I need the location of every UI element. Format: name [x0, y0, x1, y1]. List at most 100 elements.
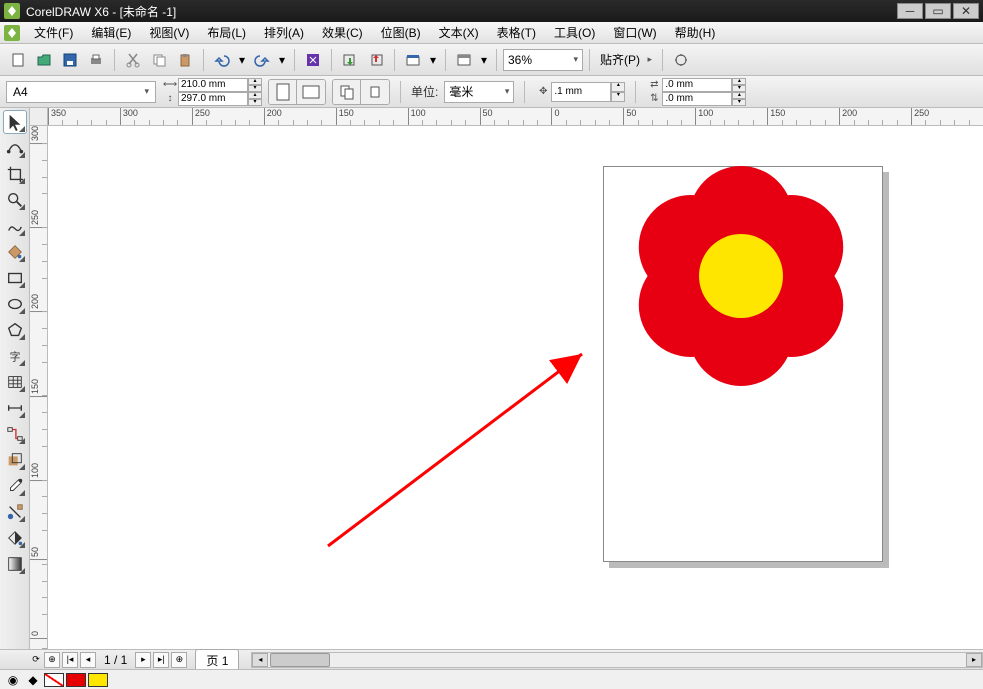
portrait-button[interactable] — [269, 80, 297, 104]
add-page-before-button[interactable]: ⊕ — [44, 652, 60, 668]
menu-tools[interactable]: 工具(O) — [546, 22, 603, 43]
save-button[interactable] — [58, 48, 82, 72]
redo-button[interactable] — [250, 48, 274, 72]
ruler-origin[interactable] — [30, 108, 48, 126]
app-launcher-button[interactable] — [401, 48, 425, 72]
menu-text[interactable]: 文本(X) — [431, 22, 487, 43]
horizontal-scrollbar[interactable]: ◂ ▸ — [251, 652, 983, 668]
dup-y-spinner[interactable]: ▴▾ — [732, 92, 746, 106]
menu-bitmaps[interactable]: 位图(B) — [373, 22, 429, 43]
horizontal-ruler[interactable]: 35030025020015010050050100150200250300 — [48, 108, 983, 126]
redo-dropdown[interactable]: ▾ — [276, 48, 288, 72]
options-button[interactable] — [669, 48, 693, 72]
prev-page-button[interactable]: ◂ — [80, 652, 96, 668]
last-page-button[interactable]: ▸| — [153, 652, 169, 668]
units-label: 单位: — [411, 83, 438, 100]
undo-dropdown[interactable]: ▾ — [236, 48, 248, 72]
zoom-combo[interactable]: 36% ▾ — [503, 49, 583, 71]
toolbox: 字 — [0, 108, 30, 649]
rewind-icon[interactable]: ⟳ — [30, 652, 42, 668]
paste-button[interactable] — [173, 48, 197, 72]
scroll-left-button[interactable]: ◂ — [252, 653, 268, 667]
canvas[interactable] — [48, 126, 983, 649]
menu-edit[interactable]: 编辑(E) — [83, 22, 139, 43]
smart-fill-tool[interactable] — [3, 240, 27, 264]
menu-layout[interactable]: 布局(L) — [199, 22, 254, 43]
yellow-swatch[interactable] — [88, 673, 108, 687]
menu-view[interactable]: 视图(V) — [141, 22, 197, 43]
height-spinner[interactable]: ▴▾ — [248, 92, 262, 106]
maximize-button[interactable]: ▭ — [925, 3, 951, 19]
landscape-button[interactable] — [297, 80, 325, 104]
crop-tool[interactable] — [3, 162, 27, 186]
export-button[interactable] — [364, 48, 388, 72]
all-pages-button[interactable] — [333, 80, 361, 104]
current-page-button[interactable] — [361, 80, 389, 104]
units-combo[interactable]: 毫米 ▾ — [444, 81, 514, 103]
text-tool[interactable]: 字 — [3, 344, 27, 368]
dup-x-spinner[interactable]: ▴▾ — [732, 78, 746, 92]
search-button[interactable] — [301, 48, 325, 72]
page-tab-1[interactable]: 页 1 — [195, 649, 239, 671]
shape-tool[interactable] — [3, 136, 27, 160]
no-fill-swatch[interactable] — [44, 673, 64, 687]
scroll-right-button[interactable]: ▸ — [966, 653, 982, 667]
fill-indicator-icon[interactable]: ◆ — [24, 673, 42, 687]
rectangle-tool[interactable] — [3, 266, 27, 290]
page[interactable] — [603, 166, 883, 562]
dimension-tool[interactable] — [3, 396, 27, 420]
copy-button[interactable] — [147, 48, 171, 72]
page-height-input[interactable]: 297.0 mm — [178, 92, 248, 106]
first-page-button[interactable]: |◂ — [62, 652, 78, 668]
open-button[interactable] — [32, 48, 56, 72]
vertical-ruler[interactable]: 300250200150100500 — [30, 126, 48, 649]
red-swatch[interactable] — [66, 673, 86, 687]
menu-effects[interactable]: 效果(C) — [314, 22, 371, 43]
new-button[interactable] — [6, 48, 30, 72]
polygon-tool[interactable] — [3, 318, 27, 342]
outline-tool[interactable] — [3, 500, 27, 524]
freehand-tool[interactable] — [3, 214, 27, 238]
import-button[interactable] — [338, 48, 362, 72]
zoom-tool[interactable] — [3, 188, 27, 212]
interactive-fill-tool[interactable] — [3, 552, 27, 576]
title-bar: CorelDRAW X6 - [未命名 -1] ─ ▭ ✕ — [0, 0, 983, 22]
welcome-dropdown[interactable]: ▾ — [478, 48, 490, 72]
chevron-down-icon: ▾ — [573, 54, 578, 65]
eyedropper-tool[interactable] — [3, 474, 27, 498]
snap-combo[interactable]: 贴齐(P) ▸ — [596, 49, 656, 71]
nudge-spinner[interactable]: ▴▾ — [611, 82, 625, 102]
pick-tool[interactable] — [3, 110, 27, 134]
menu-arrange[interactable]: 排列(A) — [256, 22, 312, 43]
dup-x-input[interactable]: .0 mm — [662, 78, 732, 92]
close-button[interactable]: ✕ — [953, 3, 979, 19]
print-button[interactable] — [84, 48, 108, 72]
nudge-input[interactable]: .1 mm — [551, 82, 611, 102]
fill-tool[interactable] — [3, 526, 27, 550]
minimize-button[interactable]: ─ — [897, 3, 923, 19]
work-area: 字 35030025020015010050050100150200250300… — [0, 108, 983, 649]
scroll-thumb[interactable] — [270, 653, 330, 667]
status-bar: ◉ ◆ — [0, 669, 983, 689]
snap-label: 贴齐(P) — [600, 51, 640, 68]
width-spinner[interactable]: ▴▾ — [248, 78, 262, 92]
menu-window[interactable]: 窗口(W) — [605, 22, 664, 43]
page-size-combo[interactable]: A4 ▾ — [6, 81, 156, 103]
connector-tool[interactable] — [3, 422, 27, 446]
nudge-group: ✥ .1 mm ▴▾ — [535, 85, 625, 99]
preview-icon[interactable]: ◉ — [4, 673, 22, 687]
undo-button[interactable] — [210, 48, 234, 72]
menu-help[interactable]: 帮助(H) — [667, 22, 724, 43]
next-page-button[interactable]: ▸ — [135, 652, 151, 668]
cut-button[interactable] — [121, 48, 145, 72]
app-launcher-dropdown[interactable]: ▾ — [427, 48, 439, 72]
page-width-input[interactable]: 210.0 mm — [178, 78, 248, 92]
effects-tool[interactable] — [3, 448, 27, 472]
add-page-after-button[interactable]: ⊕ — [171, 652, 187, 668]
menu-file[interactable]: 文件(F) — [26, 22, 81, 43]
ellipse-tool[interactable] — [3, 292, 27, 316]
dup-y-input[interactable]: .0 mm — [662, 92, 732, 106]
table-tool[interactable] — [3, 370, 27, 394]
welcome-button[interactable] — [452, 48, 476, 72]
menu-table[interactable]: 表格(T) — [489, 22, 544, 43]
